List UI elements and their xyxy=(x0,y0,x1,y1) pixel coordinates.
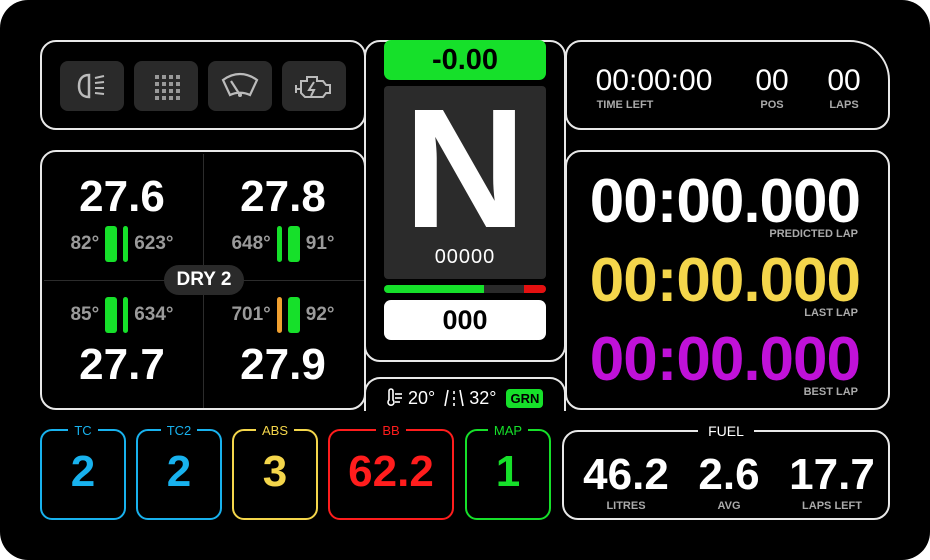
tyre-rear-right: 701° 92° 27.9 xyxy=(203,280,363,408)
rpm-readout: 00000 xyxy=(434,246,496,268)
best-lap-time: 00:00.000 xyxy=(589,325,861,394)
tyre-rear-left: 85° 634° 27.7 xyxy=(42,280,202,408)
brake-bias-value: 62.2 xyxy=(348,447,434,496)
shift-light-fill xyxy=(384,285,485,293)
tyre-wear-bar xyxy=(105,297,118,333)
brake-temp: 623° xyxy=(134,233,174,254)
tyre-pressure: 27.8 xyxy=(240,172,326,221)
abs-label: ABS xyxy=(255,423,294,438)
fuel-avg-value: 2.6 xyxy=(698,450,760,499)
position-label: POS xyxy=(760,99,784,111)
tc2-setting[interactable]: TC2 2 xyxy=(136,423,222,520)
last-lap-time: 00:00.000 xyxy=(589,246,861,315)
brake-temp: 634° xyxy=(134,304,174,325)
fuel-litres-label: LITRES xyxy=(606,500,646,512)
fuel-avg-label: AVG xyxy=(717,500,741,512)
tyre-front-right: 27.8 648° 91° xyxy=(203,152,363,280)
weather-readout: 20° 32° GRN xyxy=(384,385,544,411)
time-left-label: TIME LEFT xyxy=(596,99,654,111)
fuel-title: FUEL xyxy=(698,423,754,439)
wiper-button[interactable] xyxy=(208,61,272,111)
time-left-value: 00:00:00 xyxy=(595,64,713,97)
best-lap-label: BEST LAP xyxy=(803,386,858,398)
tyre-pressure: 27.7 xyxy=(79,340,165,389)
map-label: MAP xyxy=(487,423,529,438)
indicator-panel xyxy=(40,40,366,130)
brake-temp-bar xyxy=(276,297,282,333)
tc2-value: 2 xyxy=(166,447,192,496)
engine-button[interactable] xyxy=(282,61,346,111)
engine-icon xyxy=(295,76,331,98)
tyre-front-left: 27.6 82° 623° xyxy=(42,152,202,280)
tyre-temp-outer: 91° xyxy=(305,233,335,254)
tc-value: 2 xyxy=(70,447,96,496)
brake-bias-setting[interactable]: BB 62.2 xyxy=(328,423,454,520)
abs-setting[interactable]: ABS 3 xyxy=(232,423,318,520)
tyre-temps: 701° 92° xyxy=(203,297,363,333)
gear-box: N 00000 xyxy=(384,74,546,279)
tyre-temp-outer: 82° xyxy=(70,233,100,254)
abs-value: 3 xyxy=(262,447,288,496)
tyre-pressure: 27.6 xyxy=(79,172,165,221)
rain-light-button[interactable] xyxy=(134,61,198,111)
tc-label: TC xyxy=(68,423,98,438)
air-temp: 20° xyxy=(408,387,436,408)
rain-light-icon xyxy=(155,75,180,100)
fuel-laps-left-label: LAPS LEFT xyxy=(802,500,862,512)
brake-temp: 648° xyxy=(231,233,271,254)
fuel-litres-value: 46.2 xyxy=(583,450,669,499)
predicted-lap-time: 00:00.000 xyxy=(589,167,861,236)
tc2-label: TC2 xyxy=(160,423,198,438)
tyre-compound-badge: DRY 2 xyxy=(164,265,244,295)
gear-indicator: N xyxy=(403,74,527,264)
speed-display: 000 xyxy=(384,300,546,340)
map-value: 1 xyxy=(495,447,521,496)
tyre-wear-bar xyxy=(287,297,300,333)
brake-temp-bar xyxy=(123,297,129,333)
tyre-pressure: 27.9 xyxy=(240,340,326,389)
headlight-icon xyxy=(77,73,105,99)
track-temp: 32° xyxy=(469,387,497,408)
shift-light-bar xyxy=(384,285,546,293)
position-value: 00 xyxy=(755,64,789,97)
tyre-temp-outer: 85° xyxy=(70,304,100,325)
map-setting[interactable]: MAP 1 xyxy=(465,423,551,520)
air-temp-icon xyxy=(387,388,402,406)
fuel-panel: FUEL 46.2 LITRES 2.6 AVG 17.7 LAPS LEFT xyxy=(562,423,890,520)
laps-label: LAPS xyxy=(829,99,859,111)
tyre-temp-outer: 92° xyxy=(305,304,335,325)
track-temp-icon xyxy=(444,389,465,407)
last-lap-label: LAST LAP xyxy=(804,307,858,319)
tyre-wear-bar xyxy=(287,226,300,262)
dashboard: 27.6 82° 623° 27.8 648° 91° 85° 634° 27.… xyxy=(0,0,930,560)
wiper-icon xyxy=(221,72,259,97)
tyre-temps: 85° 634° xyxy=(42,297,202,333)
headlight-button[interactable] xyxy=(60,61,124,111)
tyres-panel: 27.6 82° 623° 27.8 648° 91° 85° 634° 27.… xyxy=(40,150,366,410)
predicted-lap-label: PREDICTED LAP xyxy=(769,228,858,240)
brake-temp-bar xyxy=(123,226,129,262)
tyre-wear-bar xyxy=(105,226,118,262)
flag-status-badge: GRN xyxy=(506,388,544,408)
session-panel: 00:00:00 TIME LEFT 00 POS 00 LAPS xyxy=(565,40,890,130)
tc-setting[interactable]: TC 2 xyxy=(40,423,126,520)
tyre-temps: 82° 623° xyxy=(42,226,202,262)
tyre-temps: 648° 91° xyxy=(203,226,363,262)
laps-value: 00 xyxy=(827,64,861,97)
brake-temp-bar xyxy=(276,226,282,262)
laptimes-panel: 00:00.000 PREDICTED LAP 00:00.000 LAST L… xyxy=(565,150,890,410)
fuel-laps-left-value: 17.7 xyxy=(789,450,875,499)
shift-light-redline xyxy=(524,285,546,293)
brake-bias-label: BB xyxy=(376,423,406,438)
brake-temp: 701° xyxy=(231,304,271,325)
